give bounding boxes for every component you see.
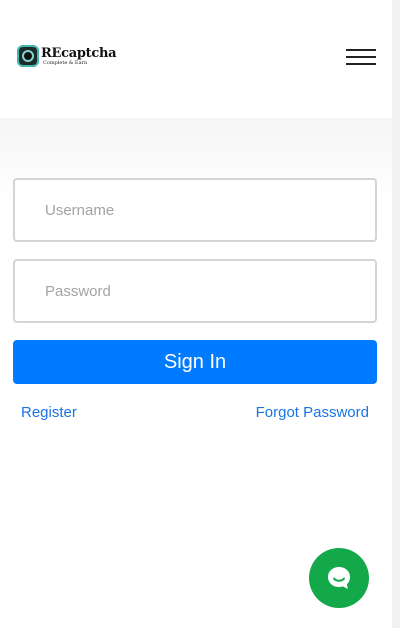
register-link[interactable]: Register <box>21 404 77 421</box>
hamburger-menu-icon[interactable] <box>346 49 376 66</box>
username-input[interactable] <box>13 178 377 242</box>
logo-title: REcaptcha <box>41 45 117 61</box>
sign-in-button[interactable]: Sign In <box>13 340 377 384</box>
password-input[interactable] <box>13 259 377 323</box>
scrollbar-track <box>392 0 400 628</box>
forgot-password-link[interactable]: Forgot Password <box>256 404 369 421</box>
chat-bubble-icon <box>328 567 350 589</box>
brand-logo[interactable]: REcaptcha Complete & Earn <box>17 45 117 67</box>
chat-button[interactable] <box>309 548 369 608</box>
logo-tagline: Complete & Earn <box>43 59 88 66</box>
logo-text: REcaptcha Complete & Earn <box>41 45 117 66</box>
top-header: REcaptcha Complete & Earn <box>0 0 392 118</box>
logo-camera-icon <box>17 45 39 67</box>
